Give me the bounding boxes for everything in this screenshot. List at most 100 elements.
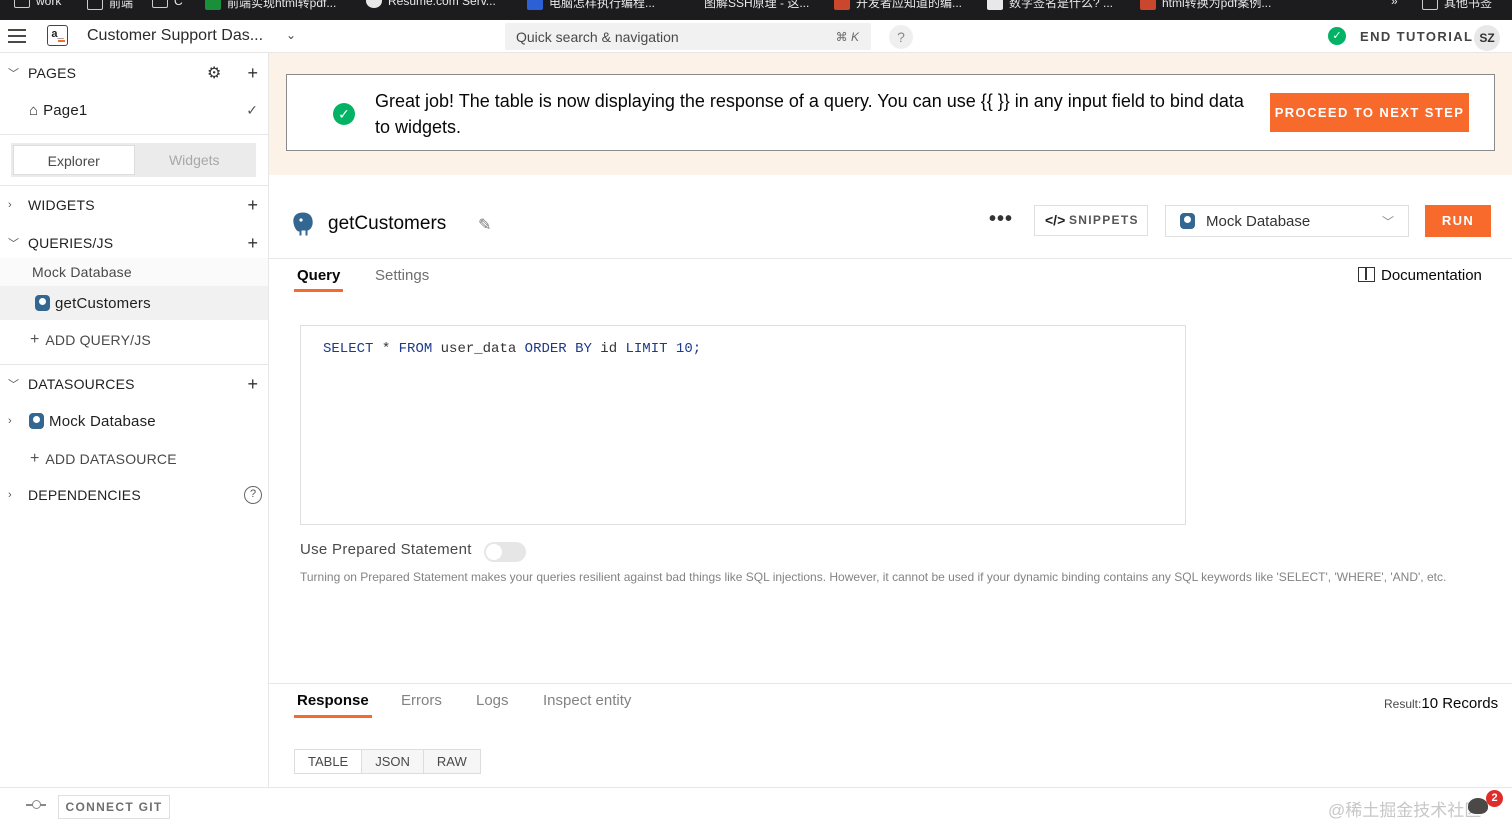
dependencies-title: DEPENDENCIES [28, 487, 141, 503]
tab-inspect-entity[interactable]: Inspect entity [543, 692, 631, 709]
run-button[interactable]: RUN [1425, 205, 1491, 237]
prepared-statement-help: Turning on Prepared Statement makes your… [300, 570, 1447, 584]
add-query-button[interactable]: + ADD QUERY/JS [0, 325, 268, 355]
widgets-title: WIDGETS [28, 197, 95, 213]
bookmark-dev[interactable]: 开发者应知道的编... [834, 0, 962, 11]
plus-icon: + [30, 450, 40, 467]
bookmark-frontend[interactable]: 前端 [87, 0, 133, 11]
sql-text: id [591, 341, 626, 357]
bookmarks-bar: work 前端 C 前端实现html转pdf... Resume.com Ser… [0, 0, 1512, 20]
datasource-select[interactable]: Mock Database ﹀ [1165, 205, 1409, 237]
documentation-link[interactable]: Documentation [1358, 267, 1482, 284]
plus-icon[interactable]: + [247, 196, 258, 214]
view-raw-button[interactable]: RAW [423, 750, 480, 773]
tab-logs[interactable]: Logs [476, 692, 509, 709]
end-tutorial-button[interactable]: END TUTORIAL [1360, 29, 1473, 44]
page-label: Page1 [43, 101, 88, 119]
view-json-button[interactable]: JSON [362, 750, 424, 773]
plus-icon: + [30, 331, 40, 348]
bookmark-other[interactable]: 其他书签 [1422, 0, 1492, 11]
plus-icon[interactable]: + [247, 64, 258, 82]
sql-keyword: ORDER BY [524, 341, 592, 357]
divider [269, 258, 1512, 259]
divider [269, 683, 1512, 684]
edit-icon[interactable]: ✎ [478, 215, 491, 235]
tab-query[interactable]: Query [293, 267, 344, 292]
postgres-icon [292, 211, 314, 237]
sql-keyword: FROM [398, 341, 433, 357]
home-icon: ⌂ [29, 101, 39, 119]
dependencies-header[interactable]: › DEPENDENCIES ? [0, 480, 268, 510]
bookmark-zhihu[interactable]: 电脑怎样执行编程... [527, 0, 655, 11]
sql-text: user_data [432, 341, 525, 357]
check-circle-icon: ✓ [1328, 27, 1346, 45]
chevron-right-icon[interactable]: › [8, 199, 12, 211]
bookmark-work[interactable]: work [14, 0, 61, 8]
sidebar-item-mock-database[interactable]: › Mock Database [0, 406, 268, 436]
prepared-statement-label: Use Prepared Statement [300, 541, 472, 558]
datasources-header[interactable]: ﹀ DATASOURCES + [0, 369, 268, 399]
chevron-down-icon[interactable]: ﹀ [8, 376, 19, 392]
book-icon [1358, 267, 1375, 282]
chevron-right-icon[interactable]: › [8, 489, 12, 501]
app-logo[interactable]: a_ [47, 25, 68, 46]
avatar[interactable]: SZ [1474, 25, 1500, 51]
bookmark-ssh[interactable]: 图解SSH原理 - 这... [704, 0, 809, 11]
sidebar-item-page1[interactable]: ⌂ Page1 ✓ [0, 95, 268, 125]
pages-title: PAGES [28, 65, 77, 81]
bookmark-resume[interactable]: Resume.com Serv... [366, 0, 496, 8]
result-count: Result:10 Records [1384, 695, 1498, 712]
add-query-label: ADD QUERY/JS [45, 332, 151, 348]
query-name[interactable]: getCustomers [328, 213, 446, 235]
queries-header[interactable]: ﹀ QUERIES/JS + [0, 228, 268, 258]
menu-icon[interactable] [8, 29, 26, 43]
check-icon: ✓ [246, 101, 258, 118]
snippets-button[interactable]: </> SNIPPETS [1034, 205, 1148, 236]
site-icon [1140, 0, 1156, 10]
gear-icon[interactable]: ⚙ [207, 63, 221, 83]
bookmarks-overflow[interactable]: » [1391, 0, 1398, 8]
tab-settings[interactable]: Settings [375, 267, 429, 284]
plus-icon[interactable]: + [247, 375, 258, 393]
app-name[interactable]: Customer Support Das... [87, 27, 263, 45]
chevron-right-icon[interactable]: › [8, 415, 12, 427]
plus-icon[interactable]: + [247, 234, 258, 252]
proceed-next-step-button[interactable]: PROCEED TO NEXT STEP [1270, 93, 1469, 132]
queries-title: QUERIES/JS [28, 235, 114, 251]
result-prefix: Result: [1384, 697, 1422, 711]
check-circle-icon: ✓ [333, 103, 355, 125]
prepared-statement-toggle[interactable] [484, 542, 526, 562]
datasource-select-value: Mock Database [1206, 213, 1311, 230]
tab-response[interactable]: Response [294, 692, 372, 718]
pages-header[interactable]: ﹀ PAGES ⚙ + [0, 58, 268, 88]
search-input[interactable]: Quick search & navigation ⌘ K [505, 23, 871, 50]
connect-git-button[interactable]: CONNECT GIT [58, 795, 170, 819]
chevron-down-icon[interactable]: ﹀ [8, 65, 19, 81]
tab-errors[interactable]: Errors [401, 692, 442, 709]
widgets-header[interactable]: › WIDGETS + [0, 190, 268, 220]
help-circle-icon[interactable]: ? [244, 486, 262, 504]
git-commit-icon [26, 800, 46, 810]
watermark: @稀土掘金技术社区 [1328, 801, 1482, 820]
notification-badge: 2 [1486, 790, 1503, 807]
tab-explorer[interactable]: Explorer [13, 145, 135, 175]
tutorial-banner: ✓ Great job! The table is now displaying… [286, 74, 1495, 151]
bookmark-html-pdf-case[interactable]: html转换为pdf案例... [1140, 0, 1271, 11]
sidebar: ﹀ PAGES ⚙ + ⌂ Page1 ✓ Explorer Widgets ›… [0, 53, 269, 787]
bug-icon[interactable] [1468, 798, 1488, 814]
response-view-switch: TABLE JSON RAW [294, 749, 481, 774]
bookmark-html-pdf[interactable]: 前端实现html转pdf... [205, 0, 336, 11]
postgres-icon [35, 295, 50, 311]
bookmark-c[interactable]: C [152, 0, 183, 8]
sql-editor[interactable]: SELECT * FROM user_data ORDER BY id LIMI… [300, 325, 1186, 525]
tab-widgets[interactable]: Widgets [135, 145, 255, 175]
bookmark-signature[interactable]: 数字签名是什么? ... [987, 0, 1113, 11]
help-button[interactable]: ? [889, 25, 913, 49]
app-header: a_ Customer Support Das... ⌄ Quick searc… [0, 20, 1512, 53]
more-options-button[interactable]: ••• [989, 208, 1013, 231]
chevron-down-icon[interactable]: ﹀ [8, 235, 19, 251]
chevron-down-icon[interactable]: ⌄ [286, 28, 296, 42]
sidebar-item-getcustomers[interactable]: getCustomers [0, 286, 268, 320]
view-table-button[interactable]: TABLE [295, 750, 363, 773]
add-datasource-button[interactable]: + ADD DATASOURCE [0, 444, 268, 474]
